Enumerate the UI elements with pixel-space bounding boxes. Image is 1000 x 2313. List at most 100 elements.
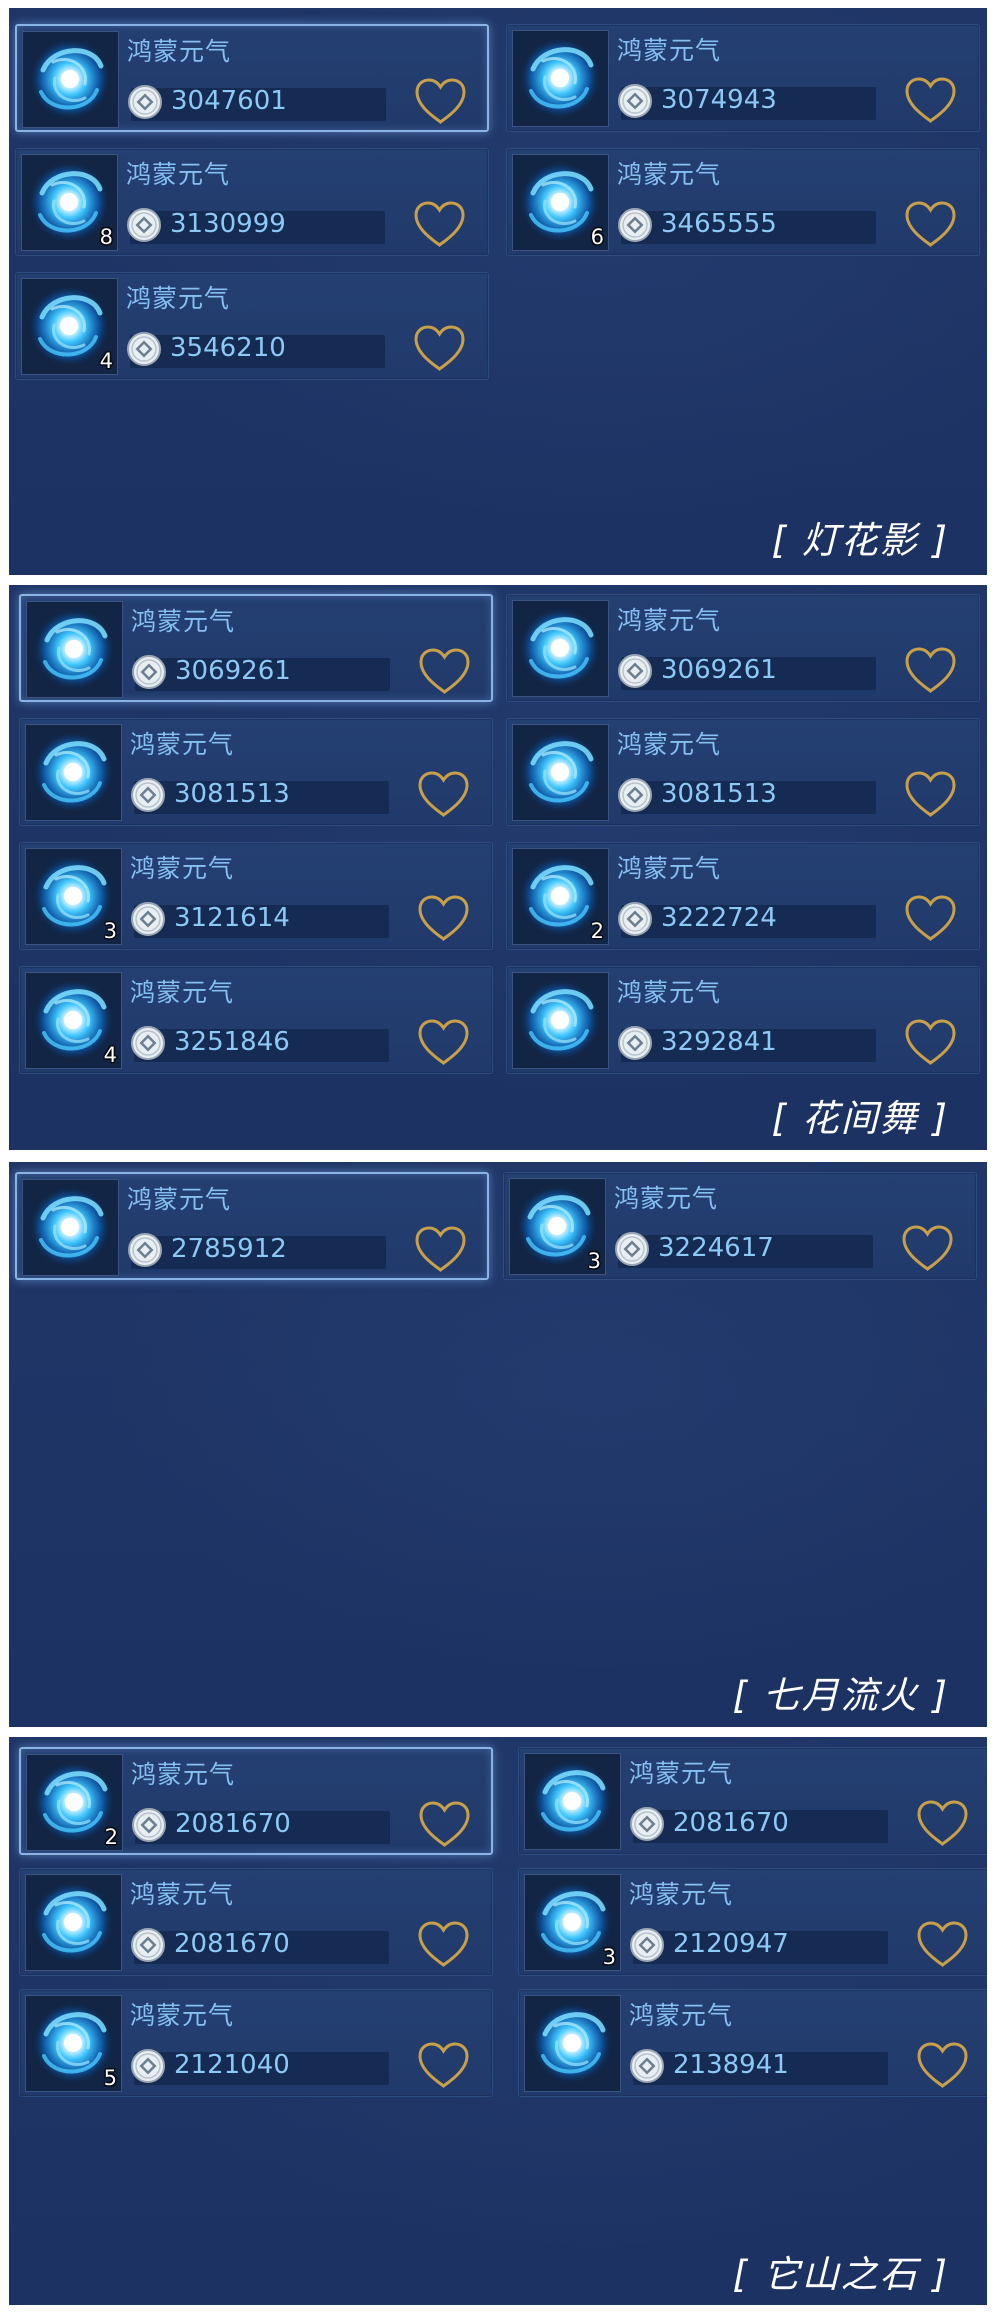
item-icon-slot: 3 [509,1178,606,1275]
favorite-heart-icon[interactable] [903,1018,958,1068]
item-name: 鸿蒙元气 [126,160,231,189]
price-value: 2121040 [174,2050,290,2080]
item-icon-slot [524,1995,621,2092]
favorite-heart-icon[interactable] [900,1224,955,1274]
swirl-orb-icon [518,730,602,814]
favorite-heart-icon[interactable] [417,647,472,697]
favorite-heart-icon[interactable] [416,894,471,944]
silver-coin-icon [629,1927,665,1963]
listing-card[interactable]: 8 鸿蒙元气 3130999 [15,148,489,256]
listing-card[interactable]: 鸿蒙元气 3047601 [15,24,489,132]
listing-card[interactable]: 鸿蒙元气 3081513 [19,718,493,826]
item-name: 鸿蒙元气 [130,1880,235,1909]
stack-count: 2 [590,919,604,943]
silver-coin-icon [127,84,163,120]
item-icon-slot [25,1874,122,1971]
listing-card[interactable]: 鸿蒙元气 2785912 [15,1172,489,1280]
swirl-orb-icon [518,36,602,120]
silver-coin-icon [617,901,653,937]
swirl-orb-icon [32,607,116,691]
stack-count: 2 [104,1825,118,1849]
favorite-heart-icon[interactable] [412,324,467,374]
price-value: 3074943 [661,85,777,115]
favorite-heart-icon[interactable] [416,2041,471,2091]
item-name: 鸿蒙元气 [629,1759,734,1788]
price-value: 3222724 [661,903,777,933]
listing-card[interactable]: 4 鸿蒙元气 3251846 [19,966,493,1074]
price-value: 3465555 [661,209,777,239]
price-value: 2785912 [171,1234,287,1264]
stack-count: 4 [99,349,113,373]
item-name: 鸿蒙元气 [130,854,235,883]
price-value: 3224617 [658,1233,774,1263]
listing-card[interactable]: 2 鸿蒙元气 2081670 [19,1747,493,1855]
swirl-orb-icon [31,730,115,814]
listing-card[interactable]: 3 鸿蒙元气 3224617 [503,1172,977,1280]
silver-coin-icon [127,1232,163,1268]
item-icon-slot [25,724,122,821]
listing-card[interactable]: 鸿蒙元气 3292841 [506,966,980,1074]
price-value: 2081670 [174,1929,290,1959]
listing-card[interactable]: 鸿蒙元气 3069261 [506,594,980,702]
listing-card[interactable]: 4 鸿蒙元气 3546210 [15,272,489,380]
item-icon-slot [22,1179,119,1276]
favorite-heart-icon[interactable] [903,770,958,820]
listing-card[interactable]: 2 鸿蒙元气 3222724 [506,842,980,950]
favorite-heart-icon[interactable] [903,76,958,126]
silver-coin-icon [629,1806,665,1842]
price-value: 3069261 [661,655,777,685]
server-panel: 鸿蒙元气 2785912 3 鸿蒙元气 3224617 [七月流火] [9,1162,987,1727]
silver-coin-icon [130,901,166,937]
swirl-orb-icon [28,37,112,121]
item-icon-slot: 5 [25,1995,122,2092]
favorite-heart-icon[interactable] [903,646,958,696]
item-icon-slot [26,601,123,698]
favorite-heart-icon[interactable] [416,1920,471,1970]
swirl-orb-icon [31,1880,115,1964]
listing-card[interactable]: 鸿蒙元气 3081513 [506,718,980,826]
item-icon-slot [512,600,609,697]
price-value: 3081513 [174,779,290,809]
favorite-heart-icon[interactable] [416,770,471,820]
item-name: 鸿蒙元气 [617,854,722,883]
server-label: [ 七月流火 ] [732,1674,949,1717]
favorite-heart-icon[interactable] [413,77,468,127]
price-value: 2081670 [673,1808,789,1838]
item-icon-slot [22,31,119,128]
favorite-heart-icon[interactable] [412,200,467,250]
swirl-orb-icon [28,1185,112,1269]
favorite-heart-icon[interactable] [915,1799,970,1849]
item-icon-slot: 8 [21,154,118,251]
item-name: 鸿蒙元气 [617,730,722,759]
favorite-heart-icon[interactable] [915,1920,970,1970]
favorite-heart-icon[interactable] [413,1225,468,1275]
listing-card[interactable]: 5 鸿蒙元气 2121040 [19,1989,493,2097]
listing-card[interactable]: 鸿蒙元气 3074943 [506,24,980,132]
listing-card[interactable]: 鸿蒙元气 3069261 [19,594,493,702]
item-name: 鸿蒙元气 [126,284,231,313]
listing-card[interactable]: 3 鸿蒙元气 2120947 [518,1868,987,1976]
stack-count: 8 [99,225,113,249]
silver-coin-icon [629,2048,665,2084]
price-value: 3292841 [661,1027,777,1057]
favorite-heart-icon[interactable] [417,1800,472,1850]
favorite-heart-icon[interactable] [915,2041,970,2091]
silver-coin-icon [130,777,166,813]
item-icon-slot [512,724,609,821]
listing-card[interactable]: 鸿蒙元气 2081670 [518,1747,987,1855]
item-name: 鸿蒙元气 [130,730,235,759]
item-name: 鸿蒙元气 [617,978,722,1007]
listing-card[interactable]: 6 鸿蒙元气 3465555 [506,148,980,256]
listing-card[interactable]: 鸿蒙元气 2081670 [19,1868,493,1976]
listing-card[interactable]: 鸿蒙元气 2138941 [518,1989,987,2097]
item-icon-slot: 6 [512,154,609,251]
favorite-heart-icon[interactable] [903,894,958,944]
server-panel: 鸿蒙元气 3047601 鸿蒙元气 3074943 8 鸿蒙元气 3130999… [9,8,987,575]
listing-card[interactable]: 3 鸿蒙元气 3121614 [19,842,493,950]
favorite-heart-icon[interactable] [416,1018,471,1068]
item-name: 鸿蒙元气 [131,1760,236,1789]
stack-count: 3 [602,1945,616,1969]
favorite-heart-icon[interactable] [903,200,958,250]
item-icon-slot [512,30,609,127]
item-name: 鸿蒙元气 [617,160,722,189]
